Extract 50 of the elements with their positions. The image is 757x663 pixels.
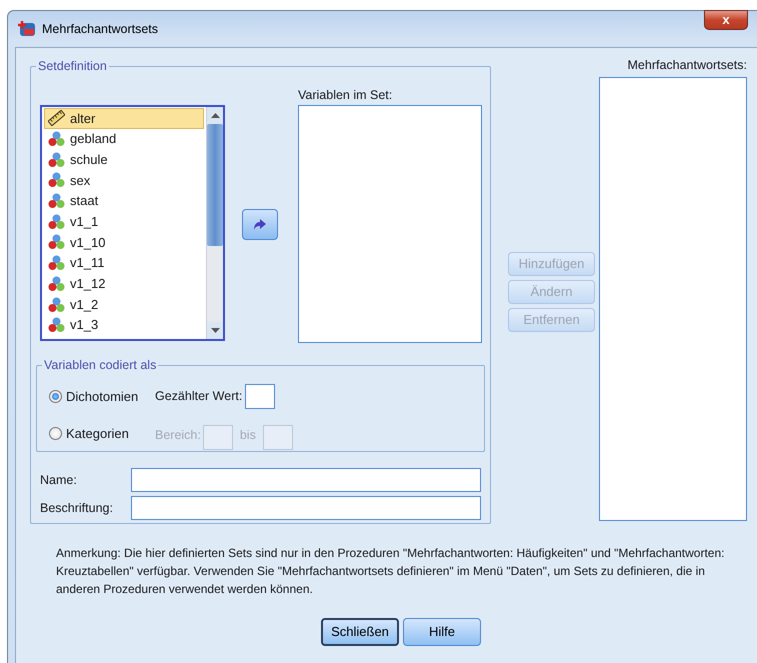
- nominal-variable-icon: [48, 255, 65, 272]
- name-field[interactable]: [131, 468, 481, 492]
- nominal-variable-icon: [48, 152, 65, 168]
- counted-value-label: Gezählter Wert:: [155, 388, 242, 406]
- caption-label: Beschriftung:: [40, 500, 114, 516]
- range-to-label: bis: [240, 427, 256, 444]
- nominal-variable-icon: [48, 193, 65, 210]
- variable-name[interactable]: staat: [70, 191, 98, 211]
- variable-name[interactable]: v1_3: [70, 315, 98, 335]
- scroll-thumb[interactable]: [207, 124, 224, 246]
- nominal-variable-icon: [48, 172, 65, 188]
- radio-button[interactable]: [49, 390, 62, 403]
- arrow-icon: [253, 217, 268, 231]
- variable-name[interactable]: v1_2: [70, 294, 98, 314]
- variable-name[interactable]: schule: [70, 150, 108, 170]
- variable-name[interactable]: v1_11: [70, 253, 104, 273]
- nominal-variable-icon: [48, 214, 65, 230]
- variable-name[interactable]: gebland: [70, 129, 116, 149]
- nominal-variable-icon: [48, 317, 65, 334]
- radio-label[interactable]: Kategorien: [66, 424, 129, 444]
- note-text: Anmerkung: Die hier definierten Sets sind nur in den Prozeduren "Mehrfachantworten: Häufigkeiten" und "Mehrfachantworten: Kreuztabellen" verfügbar. Verwenden Sie "Mehrfachantwortsets definieren" im Menü "Daten", um Sets zu definieren, die in anderen Prozeduren verwendet werden können.: [56, 545, 726, 598]
- close-button[interactable]: x: [704, 10, 748, 30]
- radio-button[interactable]: [49, 427, 62, 440]
- range-label: Bereich:: [155, 427, 201, 444]
- name-label: Name:: [40, 472, 78, 488]
- counted-value-field[interactable]: [245, 384, 276, 409]
- nominal-variable-icon: [48, 296, 65, 313]
- radio-label[interactable]: Dichotomien: [66, 386, 138, 406]
- variable-list[interactable]: alter gebland schule sex staat v1_1 v1_10 v1_11 v1_12 v1_2 v1_3: [40, 105, 226, 341]
- ruler-icon: [48, 110, 65, 126]
- scroll-up-icon[interactable]: [210, 113, 220, 118]
- move-button[interactable]: [242, 208, 278, 240]
- set-label: Variablen im Set:: [298, 88, 394, 103]
- variable-name[interactable]: v1_12: [70, 274, 106, 294]
- dialog-button[interactable]: Schließen: [321, 618, 399, 646]
- app-icon: [18, 20, 36, 38]
- caption-field[interactable]: [131, 496, 481, 520]
- variable-name[interactable]: v1_10: [70, 232, 106, 252]
- nominal-variable-icon: [48, 276, 65, 292]
- variable-name[interactable]: sex: [70, 170, 90, 190]
- nominal-variable-icon: [48, 131, 65, 148]
- selected-row[interactable]: alter: [44, 108, 204, 129]
- variable-name[interactable]: v1_1: [70, 212, 98, 232]
- window-title: Mehrfachantwortsets: [42, 20, 158, 38]
- variable-name[interactable]: alter: [70, 108, 96, 128]
- nominal-variable-icon: [48, 234, 65, 250]
- scrollbar[interactable]: [206, 107, 224, 339]
- scroll-down-icon[interactable]: [210, 328, 220, 333]
- sets-label: Mehrfachantwortsets:: [628, 58, 747, 73]
- dialog-button[interactable]: Hilfe: [403, 618, 481, 646]
